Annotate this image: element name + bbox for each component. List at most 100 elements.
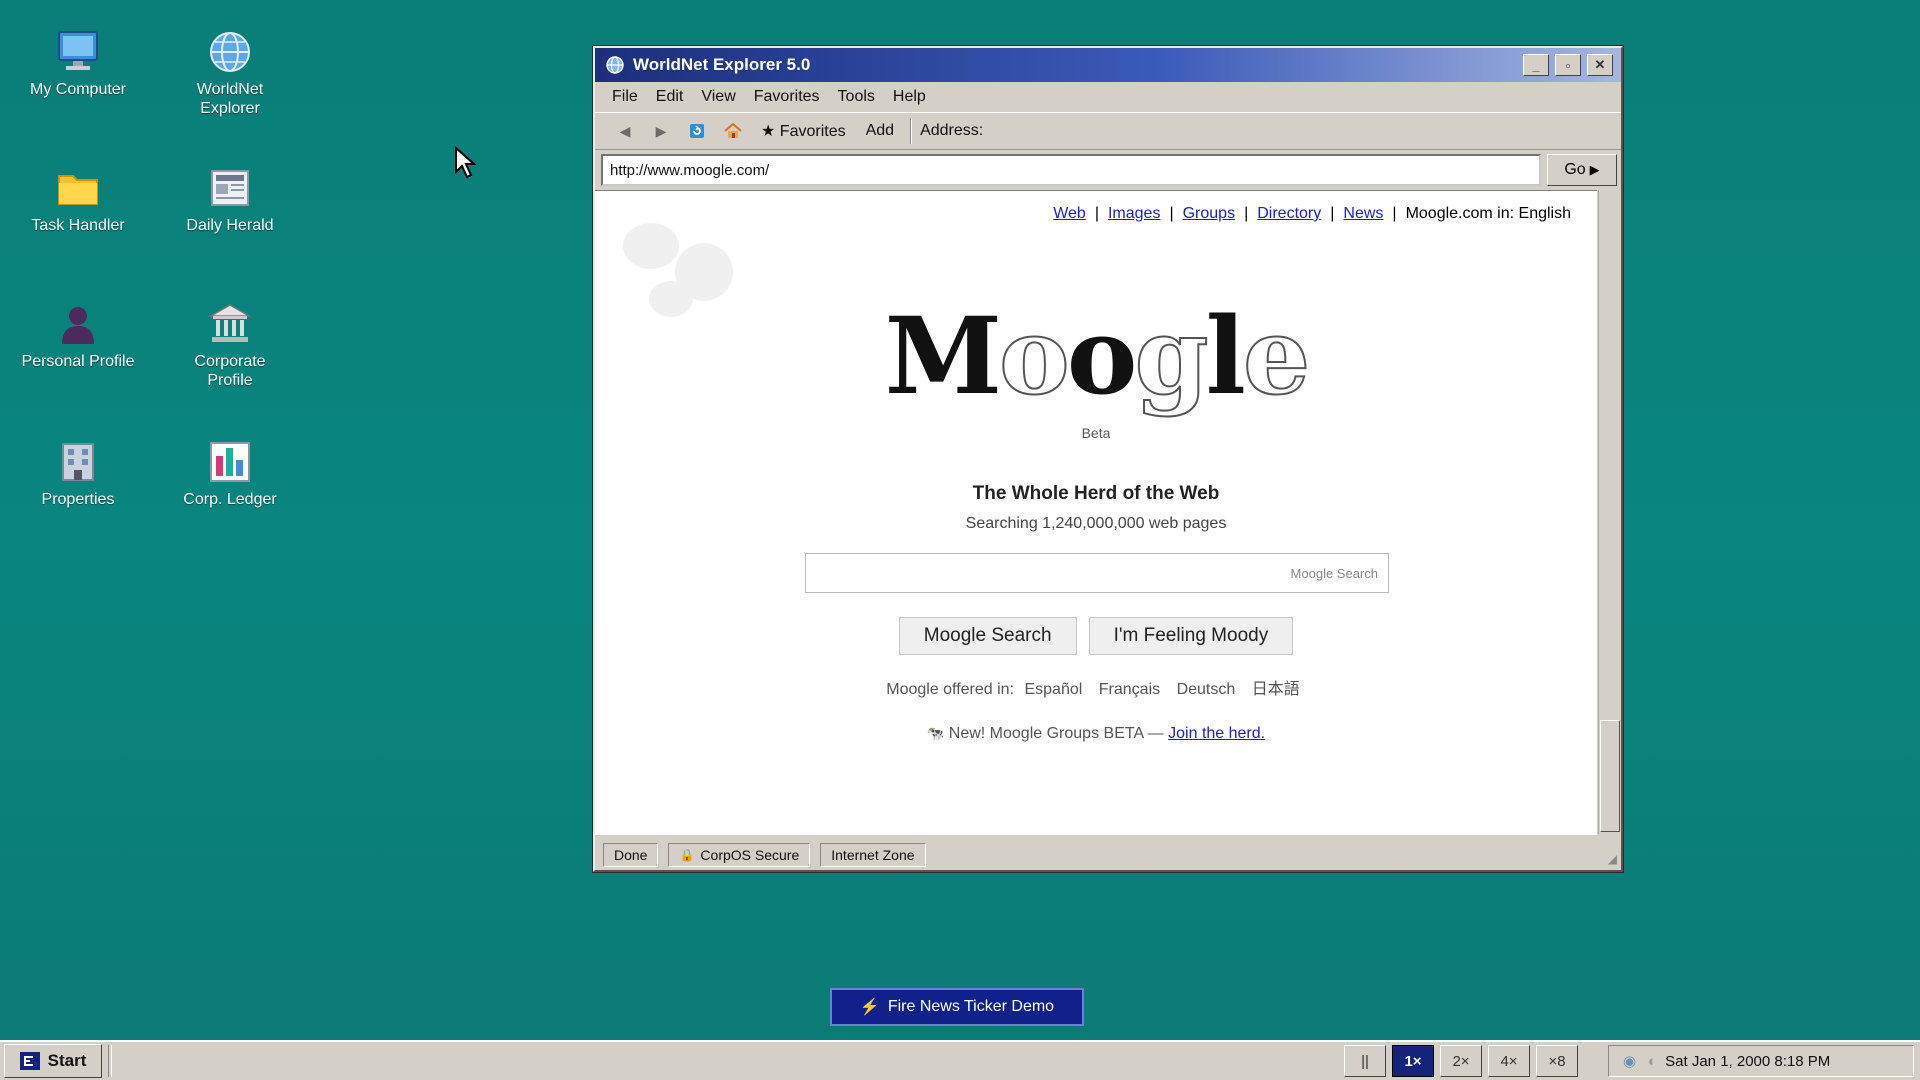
desktop-icon-corporate-profile[interactable]: Corporate Profile <box>170 300 290 390</box>
nav-link-news[interactable]: News <box>1343 205 1383 223</box>
back-arrow-icon: ◀ <box>619 122 631 139</box>
top-nav-links: Web | Images | Groups | Directory | News | Mo… <box>1053 205 1571 223</box>
nav-separator: | <box>1169 205 1174 222</box>
refresh-button[interactable] <box>679 117 715 145</box>
page-viewport: Web | Images | Groups | Directory | News | Mo… <box>595 190 1597 835</box>
status-done-text: Done <box>614 847 648 863</box>
status-done: Done <box>603 843 659 867</box>
feeling-moody-button[interactable]: I'm Feeling Moody <box>1088 617 1294 655</box>
desktop-icon-label: Properties <box>41 491 115 508</box>
nav-link-images[interactable]: Images <box>1108 205 1160 223</box>
address-label: Address: <box>920 122 984 139</box>
menu-favorites[interactable]: Favorites <box>745 88 829 106</box>
add-favorite-button[interactable]: Add <box>856 117 904 145</box>
fire-button-label: Fire News Ticker Demo <box>887 998 1055 1015</box>
desktop-icon-worldnet-explorer[interactable]: WorldNet Explorer <box>170 28 290 118</box>
play-arrow-icon: ▶ <box>1589 162 1600 177</box>
language-link[interactable]: Français <box>1099 681 1160 698</box>
start-button[interactable]: Start <box>4 1044 102 1078</box>
logo-letter: o <box>998 293 1071 418</box>
menu-tools[interactable]: Tools <box>829 88 884 106</box>
status-secure: 🔒 CorpOS Secure <box>668 843 811 867</box>
window-titlebar[interactable]: WorldNet Explorer 5.0 _ ▫ ✕ <box>595 48 1621 82</box>
forward-arrow-icon: ▶ <box>655 122 667 139</box>
volume-icon[interactable]: ◖ <box>1646 1053 1655 1070</box>
forward-button[interactable]: ▶ <box>643 117 679 145</box>
desktop-icon-label: WorldNet Explorer <box>196 81 264 117</box>
desktop-icon-label: My Computer <box>29 81 127 98</box>
nav-separator: | <box>1392 205 1397 222</box>
minimize-icon: _ <box>1532 57 1540 73</box>
home-icon <box>724 123 742 138</box>
maximize-icon: ▫ <box>1565 57 1571 73</box>
language-link[interactable]: Deutsch <box>1177 681 1236 698</box>
speed-4x-button[interactable]: 4× <box>1488 1045 1530 1077</box>
newspaper-icon <box>211 170 249 206</box>
scrollbar-thumb[interactable] <box>1600 720 1620 832</box>
lock-icon: 🔒 <box>679 848 695 862</box>
search-hint: Moogle Search <box>1290 565 1378 581</box>
maximize-button[interactable]: ▫ <box>1555 54 1581 76</box>
desktop-icon-label: Daily Herald <box>186 217 274 234</box>
go-button[interactable]: Go ▶ <box>1547 154 1617 186</box>
desktop-icon-corp-ledger[interactable]: Corp. Ledger <box>170 438 290 509</box>
speed-1x-button[interactable]: 1× <box>1392 1045 1434 1077</box>
monitor-icon <box>58 31 98 70</box>
vertical-scrollbar[interactable] <box>1598 190 1621 834</box>
language-link[interactable]: 日本語 <box>1252 681 1300 698</box>
refresh-icon <box>690 124 704 138</box>
menu-help[interactable]: Help <box>884 88 935 106</box>
locale-text: Moogle.com in: English <box>1405 205 1571 222</box>
menu-file[interactable]: File <box>603 88 647 106</box>
desktop-icon-properties[interactable]: Properties <box>18 438 138 509</box>
bar-chart-icon <box>210 442 250 482</box>
desktop-icon-label: Corporate Profile <box>194 353 266 389</box>
desktop-icon-personal-profile[interactable]: Personal Profile <box>18 300 138 371</box>
moogle-logo: Moogle <box>595 300 1597 412</box>
speed-2x-button[interactable]: 2× <box>1440 1045 1482 1077</box>
favorites-button[interactable]: ★ Favorites <box>751 117 856 145</box>
fire-news-ticker-button[interactable]: ⚡ Fire News Ticker Demo <box>830 988 1084 1026</box>
nav-link-web[interactable]: Web <box>1053 205 1086 223</box>
search-button-row: Moogle Search I'm Feeling Moody <box>595 617 1597 655</box>
back-button[interactable]: ◀ <box>607 117 643 145</box>
logo-letter: l <box>1205 293 1246 418</box>
nav-link-directory[interactable]: Directory <box>1257 205 1321 223</box>
offered-label: Moogle offered in: <box>886 681 1015 698</box>
address-input[interactable]: http://www.moogle.com/ <box>601 154 1541 186</box>
lightning-icon: ⚡ <box>859 999 880 1016</box>
address-row: http://www.moogle.com/ Go ▶ <box>595 150 1621 190</box>
toolbar-divider <box>910 118 913 144</box>
moogle-search-button[interactable]: Moogle Search <box>898 617 1077 655</box>
network-icon[interactable]: ◉ <box>1623 1052 1636 1070</box>
favorites-label: ★ Favorites <box>761 123 846 140</box>
search-input[interactable]: Moogle Search <box>805 553 1389 593</box>
menu-view[interactable]: View <box>692 88 744 106</box>
nav-link-groups[interactable]: Groups <box>1183 205 1235 223</box>
desktop-icon-label: Task Handler <box>31 217 125 234</box>
join-herd-link[interactable]: Join the herd. <box>1168 725 1265 742</box>
taskbar: Start || 1× 2× 4× ×8 ◉ ◖ Sat Jan 1, 2000… <box>0 1040 1920 1080</box>
speed-8x-button[interactable]: ×8 <box>1536 1045 1578 1077</box>
speed-controls: || 1× 2× 4× ×8 <box>1344 1045 1578 1077</box>
nav-separator: | <box>1244 205 1249 222</box>
groups-promo: 🐄 New! Moogle Groups BETA — Join the her… <box>595 725 1597 743</box>
close-button[interactable]: ✕ <box>1587 54 1613 76</box>
menu-edit[interactable]: Edit <box>647 88 693 106</box>
taskbar-divider <box>108 1045 112 1077</box>
add-label: Add <box>865 122 895 139</box>
resize-grip-icon[interactable]: ◢ <box>1608 852 1617 866</box>
nav-separator: | <box>1330 205 1335 222</box>
desktop-icon-my-computer[interactable]: My Computer <box>18 28 138 99</box>
minimize-button[interactable]: _ <box>1523 54 1549 76</box>
language-link[interactable]: Español <box>1024 681 1082 698</box>
person-icon <box>62 307 94 344</box>
desktop-icon-daily-herald[interactable]: Daily Herald <box>170 164 290 235</box>
home-button[interactable] <box>715 117 751 145</box>
status-zone: Internet Zone <box>820 843 926 867</box>
page-count-text: Searching 1,240,000,000 web pages <box>965 515 1227 532</box>
logo-letter: o <box>1066 293 1138 418</box>
languages-offered: Moogle offered in: Español Français Deut… <box>595 675 1597 699</box>
pause-button[interactable]: || <box>1344 1045 1386 1077</box>
desktop-icon-task-handler[interactable]: Task Handler <box>18 164 138 235</box>
